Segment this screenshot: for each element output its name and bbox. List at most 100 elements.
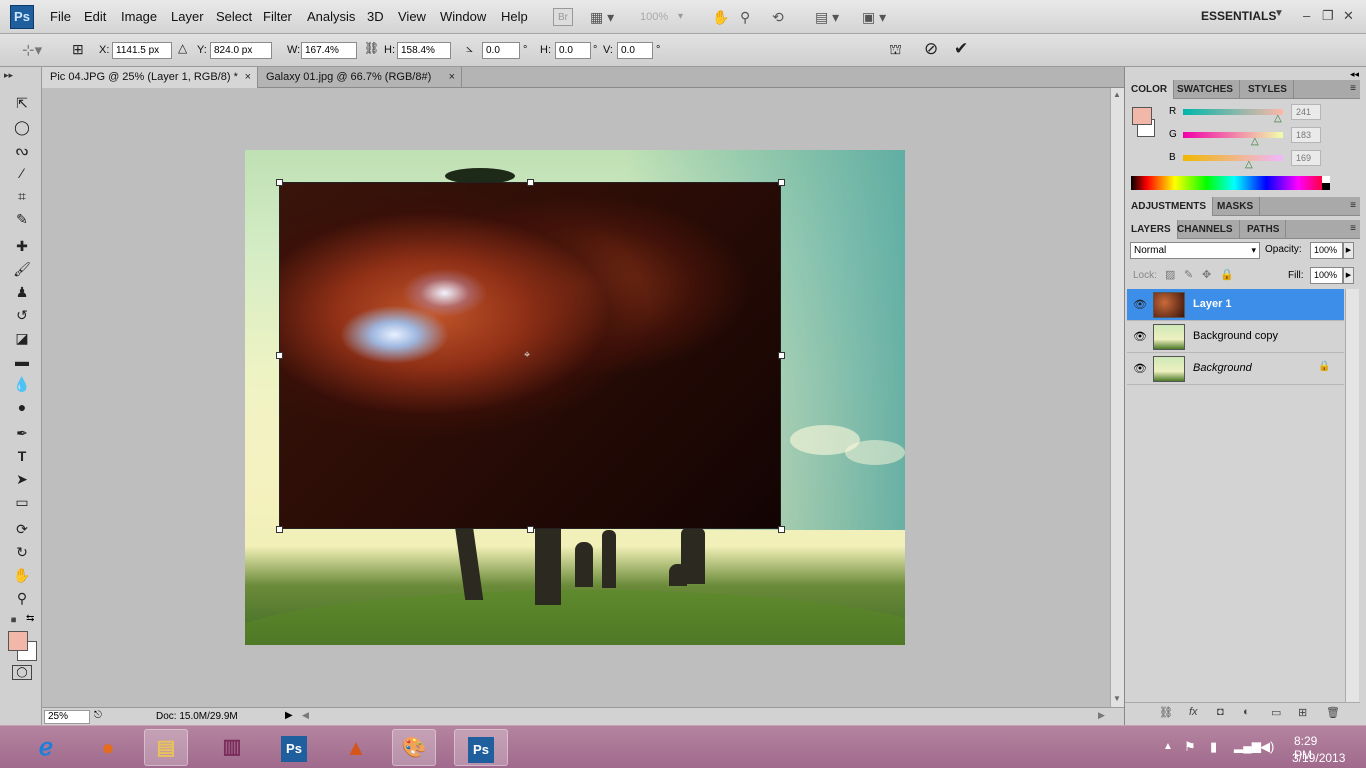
tab-galaxy01[interactable]: Galaxy 01.jpg @ 66.7% (RGB/8#) × [258, 67, 462, 88]
gradient-tool-icon[interactable]: ▬ [11, 351, 33, 371]
battery-icon[interactable]: ▮ [1210, 739, 1217, 755]
menu-image[interactable]: Image [121, 9, 157, 24]
relative-position-icon[interactable]: △ [178, 41, 187, 55]
internet-explorer-icon[interactable]: ℯ [24, 729, 68, 766]
transform-handle[interactable] [276, 352, 283, 359]
layer-name[interactable]: Background copy [1193, 330, 1278, 342]
g-slider[interactable] [1183, 132, 1283, 138]
hand-tool-icon[interactable]: ✋ [11, 565, 33, 585]
tab-color[interactable]: COLOR [1125, 80, 1175, 99]
screen-mode-icon[interactable]: ▣ ▾ [862, 8, 886, 26]
warp-mode-icon[interactable]: ⛫ [889, 41, 902, 60]
r-value[interactable]: 241 [1291, 104, 1321, 120]
b-value[interactable]: 169 [1291, 150, 1321, 166]
path-selection-tool-icon[interactable]: ➤ [11, 469, 33, 489]
link-icon[interactable]: ⛓ [364, 41, 379, 55]
r-slider-thumb-icon[interactable]: △ [1274, 113, 1282, 124]
magic-wand-tool-icon[interactable]: ⁄ [11, 163, 33, 183]
transform-tool-icon[interactable]: ⊹▾ [22, 41, 42, 59]
close-tab-icon[interactable]: × [449, 67, 455, 87]
visibility-eye-icon[interactable]: 👁 [1133, 362, 1147, 375]
history-brush-tool-icon[interactable]: ↺ [11, 305, 33, 325]
angle-field[interactable]: 0.0 [482, 42, 520, 59]
menu-select[interactable]: Select [216, 9, 252, 24]
tab-swatches[interactable]: SWATCHES [1171, 80, 1240, 99]
move-tool-icon[interactable]: ⇱ [11, 93, 33, 113]
scroll-right-icon[interactable]: ▶ [1098, 710, 1105, 721]
firefox-icon[interactable]: ● [86, 729, 130, 766]
clone-stamp-tool-icon[interactable]: ♟ [11, 282, 33, 302]
zoom-tool-icon[interactable]: ⚲ [11, 588, 33, 608]
opacity-field[interactable]: 100% [1310, 242, 1343, 259]
tab-masks[interactable]: MASKS [1211, 197, 1261, 216]
swap-colors-icon[interactable]: ⇆ [26, 613, 34, 624]
g-slider-thumb-icon[interactable]: △ [1251, 136, 1259, 147]
close-tab-icon[interactable]: × [245, 67, 251, 87]
volume-icon[interactable]: ◀) [1260, 739, 1274, 755]
lock-position-icon[interactable]: ✥ [1202, 268, 1211, 281]
photoshop-taskbar-icon[interactable]: Ps [272, 729, 316, 766]
transform-center-icon[interactable]: ⌖ [524, 349, 530, 362]
height-field[interactable]: 158.4% [397, 42, 451, 59]
quick-mask-icon[interactable]: ◯ [12, 665, 32, 680]
menu-help[interactable]: Help [501, 9, 528, 24]
menu-3d[interactable]: 3D [367, 9, 384, 24]
tab-pic04[interactable]: Pic 04.JPG @ 25% (Layer 1, RGB/8) * × [42, 67, 258, 88]
minimize-icon[interactable]: – [1303, 8, 1310, 23]
hskew-field[interactable]: 0.0 [555, 42, 591, 59]
workspace-switcher[interactable]: ESSENTIALS [1201, 9, 1276, 23]
pen-tool-icon[interactable]: ✒ [11, 423, 33, 443]
shape-tool-icon[interactable]: ▭ [11, 492, 33, 512]
status-info-icon[interactable]: ⎋ [94, 710, 102, 721]
transform-handle[interactable] [778, 352, 785, 359]
zoom-dropdown-chevron-icon[interactable]: ▾ [678, 8, 683, 26]
link-layers-icon[interactable]: ⛓ [1159, 706, 1173, 719]
hand-tool-icon[interactable]: ✋ [712, 8, 729, 26]
foreground-color-swatch[interactable] [8, 631, 28, 651]
layer-row-layer1[interactable]: 👁 Layer 1 [1127, 289, 1344, 321]
fill-arrow-icon[interactable]: ▶ [1343, 267, 1354, 284]
collapse-tools-icon[interactable]: ▸▸ [4, 70, 13, 81]
menu-file[interactable]: File [50, 9, 71, 24]
3d-rotate-tool-icon[interactable]: ⟳ [11, 519, 33, 539]
workspace-chevron-icon[interactable]: ▼ [1274, 8, 1284, 19]
menu-window[interactable]: Window [440, 9, 486, 24]
fg-color-chip[interactable] [1132, 107, 1152, 125]
scroll-up-icon[interactable]: ▲ [1113, 90, 1121, 99]
width-field[interactable]: 167.4% [301, 42, 357, 59]
tab-styles[interactable]: STYLES [1242, 80, 1294, 99]
x-field[interactable]: 1141.5 px [112, 42, 172, 59]
close-icon[interactable]: ✕ [1343, 8, 1354, 24]
marquee-tool-icon[interactable]: ◯ [11, 117, 33, 137]
b-slider[interactable] [1183, 155, 1283, 161]
g-value[interactable]: 183 [1291, 127, 1321, 143]
scroll-left-icon[interactable]: ◀ [302, 710, 309, 721]
eraser-tool-icon[interactable]: ◪ [11, 328, 33, 348]
delete-layer-icon[interactable]: 🗑 [1326, 706, 1340, 719]
vertical-scrollbar[interactable]: ▲ ▼ [1110, 88, 1124, 707]
bridge-button[interactable]: Br [553, 8, 573, 26]
status-menu-arrow-icon[interactable]: ▶ [285, 710, 293, 721]
new-group-icon[interactable]: ▭ [1271, 706, 1281, 719]
lock-all-icon[interactable]: 🔒 [1220, 268, 1234, 281]
new-layer-icon[interactable]: ⊞ [1298, 706, 1307, 719]
action-center-flag-icon[interactable]: ⚑ [1184, 739, 1196, 755]
transform-handle[interactable] [276, 526, 283, 533]
default-colors-icon[interactable]: ◾ [8, 615, 19, 626]
blend-mode-select[interactable]: Normal ▾ [1130, 242, 1260, 259]
winrar-icon[interactable]: ▥ [210, 729, 254, 766]
healing-brush-tool-icon[interactable]: ✚ [11, 236, 33, 256]
vskew-field[interactable]: 0.0 [617, 42, 653, 59]
tab-paths[interactable]: PATHS [1241, 220, 1287, 239]
3d-orbit-tool-icon[interactable]: ↻ [11, 542, 33, 562]
photoshop-active-taskbar-icon[interactable]: Ps [454, 729, 508, 766]
eyedropper-tool-icon[interactable]: ✎ [11, 209, 33, 229]
r-slider[interactable] [1183, 109, 1283, 115]
clock-date[interactable]: 3/19/2013 [1292, 751, 1345, 765]
dodge-tool-icon[interactable]: ● [11, 397, 33, 417]
zoom-level-dropdown[interactable]: 100% [640, 8, 668, 26]
paint-icon[interactable]: 🎨 [392, 729, 436, 766]
transform-handle[interactable] [276, 179, 283, 186]
layers-scrollbar[interactable] [1345, 289, 1359, 702]
restore-icon[interactable]: ❐ [1322, 8, 1334, 24]
